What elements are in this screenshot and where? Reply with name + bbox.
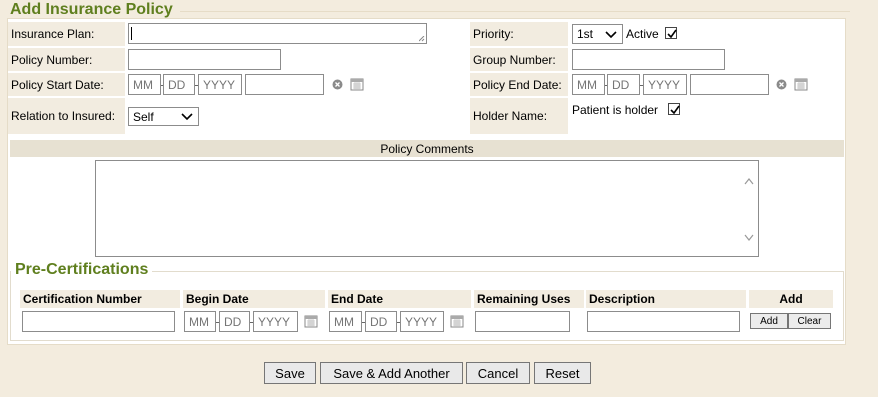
start-year-input[interactable] [198,74,242,95]
end-day-input[interactable] [607,74,640,95]
scroll-up-icon[interactable] [744,177,754,185]
precert-col-cert-number: Certification Number [20,290,180,308]
description-input[interactable] [587,311,740,332]
calendar-icon[interactable] [450,314,464,328]
patient-holder-checkbox[interactable] [668,103,680,115]
calendar-icon[interactable] [350,77,364,91]
priority-label: Priority: [470,22,568,46]
precert-add-button[interactable]: Add [750,313,788,329]
policy-number-label: Policy Number: [8,48,125,71]
precert-rule [150,271,844,272]
relation-select[interactable]: Self [128,107,199,126]
policy-comments-header: Policy Comments [10,140,844,157]
begin-year-input[interactable] [253,311,298,332]
policy-start-label: Policy Start Date: [8,73,125,96]
patient-holder-label: Patient is holder [572,103,659,117]
pc-end-day-input[interactable] [365,311,397,332]
begin-month-input[interactable] [184,311,216,332]
calendar-icon[interactable] [794,77,808,91]
group-number-input[interactable] [572,49,725,70]
start-month-input[interactable] [128,74,161,95]
policy-number-input[interactable] [128,49,281,70]
title-rule [180,11,850,12]
precert-clear-button[interactable]: Clear [788,313,831,329]
precert-col-add: Add [749,290,833,308]
precert-col-remaining-uses: Remaining Uses [474,290,584,308]
end-date-text-input[interactable] [690,74,769,95]
cert-number-input[interactable] [22,311,175,332]
end-month-input[interactable] [572,74,605,95]
relation-value: Self [133,109,154,124]
cancel-button[interactable]: Cancel [466,362,530,384]
end-year-input[interactable] [643,74,687,95]
insurance-plan-label: Insurance Plan: [8,22,125,46]
scroll-down-icon[interactable] [744,234,754,242]
active-label: Active [626,27,659,41]
policy-comments-textarea[interactable] [95,160,759,257]
clear-x-icon[interactable] [776,79,787,90]
insurance-plan-input[interactable] [128,23,427,44]
priority-value: 1st [577,27,594,41]
checkmark-icon [670,105,680,115]
pc-end-month-input[interactable] [329,311,362,332]
begin-day-input[interactable] [219,311,250,332]
start-day-input[interactable] [163,74,195,95]
save-button[interactable]: Save [264,362,316,384]
chevron-down-icon [181,113,193,121]
reset-button[interactable]: Reset [534,362,591,384]
remaining-uses-input[interactable] [475,311,570,332]
resize-grip-icon [419,36,425,42]
precert-col-end-date: End Date [328,290,471,308]
chevron-down-icon [605,31,617,39]
precert-col-begin-date: Begin Date [183,290,325,308]
relation-label: Relation to Insured: [8,98,125,134]
save-add-another-button[interactable]: Save & Add Another [320,362,463,384]
policy-end-label: Policy End Date: [470,73,568,96]
checkmark-icon [667,29,677,39]
start-date-text-input[interactable] [245,74,324,95]
active-checkbox[interactable] [665,27,677,39]
precert-col-description: Description [586,290,746,308]
clear-x-icon[interactable] [332,79,343,90]
priority-select[interactable]: 1st [572,24,623,44]
pc-end-year-input[interactable] [400,311,444,332]
precert-title: Pre-Certifications [11,261,153,279]
holder-name-label: Holder Name: [470,98,568,134]
form-title: Add Insurance Policy [6,1,177,19]
calendar-icon[interactable] [304,314,318,328]
group-number-label: Group Number: [470,48,568,71]
